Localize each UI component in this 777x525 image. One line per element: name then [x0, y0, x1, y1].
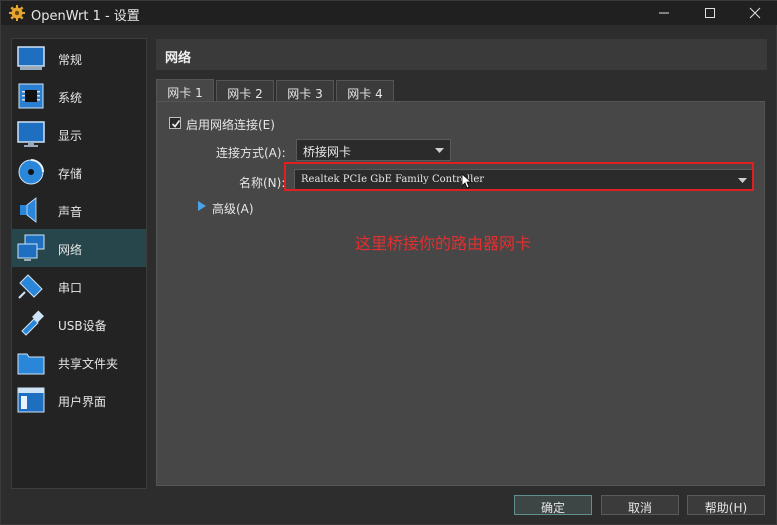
sidebar-item-label: 网络: [58, 243, 83, 257]
checkmark-icon: [171, 120, 181, 128]
usb-icon: [21, 310, 45, 336]
attached-to-select[interactable]: 桥接网卡: [296, 139, 451, 161]
adapter-name-label: 名称(N):: [239, 176, 286, 190]
sidebar-item-label: 共享文件夹: [58, 357, 119, 371]
sidebar-item-audio[interactable]: 声音: [12, 191, 146, 229]
close-button[interactable]: [732, 1, 777, 25]
chip-icon: [18, 83, 44, 109]
settings-sidebar: 常规 系统 显示 存储 声音 网络 串口 USB设备 共享文件夹 用户界面: [11, 38, 147, 489]
ok-button[interactable]: 确定: [514, 495, 592, 515]
tab-label: 网卡 1: [167, 86, 203, 100]
sidebar-item-label: 声音: [58, 205, 83, 219]
minimize-icon: [659, 12, 669, 14]
adapter-panel: 启用网络连接(E) 连接方式(A): 桥接网卡 名称(N): Realtek P…: [156, 101, 765, 486]
title-bar: OpenWrt 1 - 设置: [1, 1, 777, 25]
help-button[interactable]: 帮助(H): [687, 495, 765, 515]
minimize-button[interactable]: [641, 1, 687, 25]
sidebar-item-serial-ports[interactable]: 串口: [12, 267, 146, 305]
enable-adapter-checkbox[interactable]: [169, 117, 181, 129]
close-icon: [749, 7, 761, 19]
tab-label: 网卡 4: [347, 87, 383, 101]
enable-adapter-label: 启用网络连接(E): [186, 118, 275, 132]
attached-to-label: 连接方式(A):: [216, 146, 286, 160]
sidebar-item-storage[interactable]: 存储: [12, 153, 146, 191]
cancel-button-label: 取消: [627, 501, 652, 515]
gear-icon: [9, 5, 25, 21]
sidebar-item-system[interactable]: 系统: [12, 77, 146, 115]
sidebar-item-label: 显示: [58, 129, 83, 143]
folder-icon: [17, 353, 45, 375]
sidebar-item-usb[interactable]: USB设备: [12, 305, 146, 343]
cancel-button[interactable]: 取消: [601, 495, 679, 515]
window-title: OpenWrt 1 - 设置: [31, 9, 140, 24]
ok-button-label: 确定: [540, 501, 565, 515]
sidebar-item-label: 用户界面: [58, 395, 107, 409]
annotation-text: 这里桥接你的路由器网卡: [355, 234, 532, 253]
disk-icon: [18, 159, 44, 185]
serial-port-icon: [18, 274, 43, 299]
tab-adapter-2[interactable]: 网卡 2: [216, 80, 274, 102]
attached-to-value: 桥接网卡: [303, 145, 352, 159]
page-header: 网络: [156, 39, 767, 70]
sidebar-item-display[interactable]: 显示: [12, 115, 146, 153]
expand-triangle-icon[interactable]: [198, 201, 206, 211]
network-icon: [17, 234, 45, 261]
ui-window-icon: [17, 387, 45, 413]
sidebar-item-network[interactable]: 网络: [12, 229, 146, 267]
speaker-icon: [20, 197, 37, 223]
settings-window: OpenWrt 1 - 设置 常规 系统 显示 存储 声音 网络 串口 USB设…: [0, 0, 777, 525]
highlight-annotation-box: [284, 162, 754, 191]
maximize-icon: [705, 8, 715, 18]
mouse-cursor-icon: [462, 174, 472, 189]
tab-label: 网卡 2: [227, 87, 263, 101]
sidebar-item-general[interactable]: 常规: [12, 39, 146, 77]
sidebar-item-shared-folders[interactable]: 共享文件夹: [12, 343, 146, 381]
general-icon: [17, 46, 45, 70]
sidebar-item-label: 存储: [58, 167, 83, 181]
advanced-toggle-label[interactable]: 高级(A): [212, 200, 254, 217]
sidebar-item-label: USB设备: [58, 319, 107, 333]
maximize-button[interactable]: [687, 1, 733, 25]
sidebar-item-label: 系统: [58, 91, 83, 105]
help-button-label: 帮助(H): [704, 501, 748, 515]
page-title: 网络: [165, 51, 192, 66]
tab-adapter-1[interactable]: 网卡 1: [156, 79, 214, 102]
monitor-icon: [17, 121, 45, 147]
sidebar-item-label: 串口: [58, 281, 83, 295]
tab-adapter-3[interactable]: 网卡 3: [276, 80, 334, 102]
tab-adapter-4[interactable]: 网卡 4: [336, 80, 394, 102]
chevron-down-icon: [435, 148, 444, 153]
sidebar-item-label: 常规: [58, 53, 83, 67]
sidebar-item-user-interface[interactable]: 用户界面: [12, 381, 146, 419]
tab-label: 网卡 3: [287, 87, 323, 101]
